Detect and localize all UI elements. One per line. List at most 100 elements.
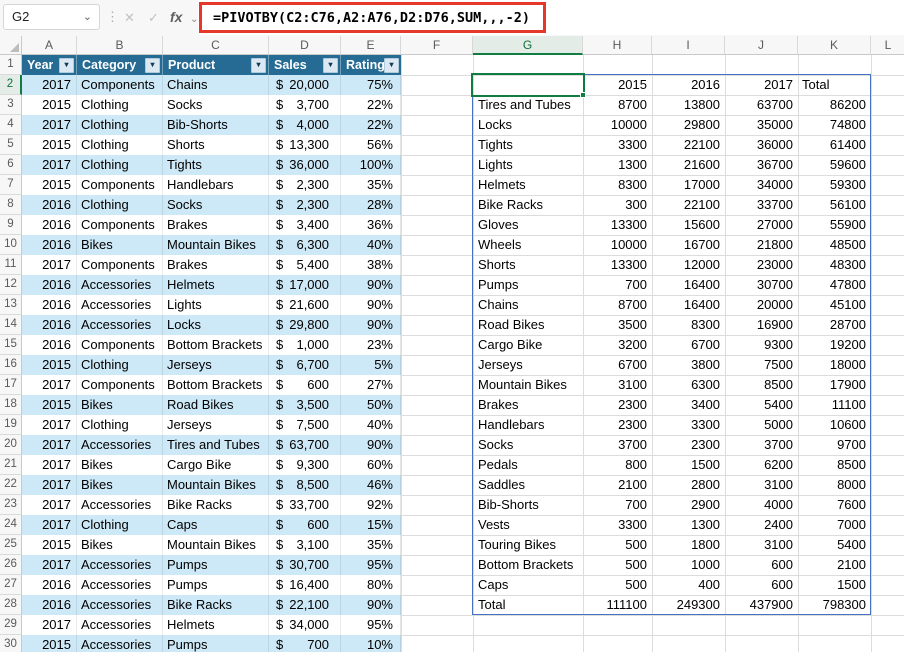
cell-C29[interactable]: Helmets [163, 615, 269, 635]
cell-E26[interactable]: 95% [341, 555, 401, 575]
cell-E11[interactable]: 38% [341, 255, 401, 275]
cell-E24[interactable]: 15% [341, 515, 401, 535]
cell-E27[interactable]: 80% [341, 575, 401, 595]
row-header-12[interactable]: 12 [0, 275, 22, 295]
column-header-K[interactable]: K [798, 36, 871, 55]
cell-B20[interactable]: Accessories [77, 435, 163, 455]
cell-C15[interactable]: Bottom Brackets [163, 335, 269, 355]
cell-B14[interactable]: Accessories [77, 315, 163, 335]
filter-button-sales[interactable]: ▾ [323, 58, 338, 73]
cell-A21[interactable]: 2017 [22, 455, 77, 475]
cell-A3[interactable]: 2015 [22, 95, 77, 115]
row-header-30[interactable]: 30 [0, 635, 22, 652]
cell-E3[interactable]: 22% [341, 95, 401, 115]
cell-A2[interactable]: 2017 [22, 75, 77, 95]
cell-D23[interactable]: $33,700 [269, 495, 341, 515]
row-header-25[interactable]: 25 [0, 535, 22, 555]
row-header-21[interactable]: 21 [0, 455, 22, 475]
name-box[interactable]: G2 ⌄ [3, 4, 100, 30]
row-header-13[interactable]: 13 [0, 295, 22, 315]
cell-C5[interactable]: Shorts [163, 135, 269, 155]
cell-E21[interactable]: 60% [341, 455, 401, 475]
cell-E12[interactable]: 90% [341, 275, 401, 295]
cell-A5[interactable]: 2015 [22, 135, 77, 155]
formula-input[interactable]: =PIVOTBY(C2:C76,A2:A76,D2:D76,SUM,,,-2) [198, 0, 904, 35]
cell-D3[interactable]: $3,700 [269, 95, 341, 115]
cell-C21[interactable]: Cargo Bike [163, 455, 269, 475]
cell-D30[interactable]: $700 [269, 635, 341, 652]
cell-C30[interactable]: Pumps [163, 635, 269, 652]
row-header-17[interactable]: 17 [0, 375, 22, 395]
row-header-23[interactable]: 23 [0, 495, 22, 515]
cell-D28[interactable]: $22,100 [269, 595, 341, 615]
cell-D26[interactable]: $30,700 [269, 555, 341, 575]
row-header-4[interactable]: 4 [0, 115, 22, 135]
cell-E23[interactable]: 92% [341, 495, 401, 515]
cell-E19[interactable]: 40% [341, 415, 401, 435]
cell-D12[interactable]: $17,000 [269, 275, 341, 295]
cell-A14[interactable]: 2016 [22, 315, 77, 335]
cell-A12[interactable]: 2016 [22, 275, 77, 295]
column-header-D[interactable]: D [269, 36, 341, 55]
column-header-A[interactable]: A [22, 36, 77, 55]
cell-E17[interactable]: 27% [341, 375, 401, 395]
cell-A6[interactable]: 2017 [22, 155, 77, 175]
cell-D16[interactable]: $6,700 [269, 355, 341, 375]
row-header-27[interactable]: 27 [0, 575, 22, 595]
cell-E4[interactable]: 22% [341, 115, 401, 135]
cell-C16[interactable]: Jerseys [163, 355, 269, 375]
cell-B18[interactable]: Bikes [77, 395, 163, 415]
cell-B24[interactable]: Clothing [77, 515, 163, 535]
cell-D7[interactable]: $2,300 [269, 175, 341, 195]
cell-D21[interactable]: $9,300 [269, 455, 341, 475]
cell-B26[interactable]: Accessories [77, 555, 163, 575]
cell-D25[interactable]: $3,100 [269, 535, 341, 555]
cell-B9[interactable]: Components [77, 215, 163, 235]
row-header-15[interactable]: 15 [0, 335, 22, 355]
row-header-19[interactable]: 19 [0, 415, 22, 435]
cell-D27[interactable]: $16,400 [269, 575, 341, 595]
row-header-28[interactable]: 28 [0, 595, 22, 615]
column-header-F[interactable]: F [401, 36, 473, 55]
cell-B25[interactable]: Bikes [77, 535, 163, 555]
cell-B15[interactable]: Components [77, 335, 163, 355]
cell-C4[interactable]: Bib-Shorts [163, 115, 269, 135]
cell-A10[interactable]: 2016 [22, 235, 77, 255]
cell-D8[interactable]: $2,300 [269, 195, 341, 215]
cell-A20[interactable]: 2017 [22, 435, 77, 455]
cell-A4[interactable]: 2017 [22, 115, 77, 135]
cell-C13[interactable]: Lights [163, 295, 269, 315]
cell-E6[interactable]: 100% [341, 155, 401, 175]
row-header-14[interactable]: 14 [0, 315, 22, 335]
cell-E29[interactable]: 95% [341, 615, 401, 635]
cell-D17[interactable]: $600 [269, 375, 341, 395]
cell-C14[interactable]: Locks [163, 315, 269, 335]
cell-A15[interactable]: 2016 [22, 335, 77, 355]
cell-D4[interactable]: $4,000 [269, 115, 341, 135]
cell-B4[interactable]: Clothing [77, 115, 163, 135]
column-header-C[interactable]: C [163, 36, 269, 55]
cell-E7[interactable]: 35% [341, 175, 401, 195]
cell-C1[interactable]: Product▾ [163, 55, 269, 75]
row-header-24[interactable]: 24 [0, 515, 22, 535]
filter-button-year[interactable]: ▾ [59, 58, 74, 73]
cell-C10[interactable]: Mountain Bikes [163, 235, 269, 255]
cell-C25[interactable]: Mountain Bikes [163, 535, 269, 555]
cell-B6[interactable]: Clothing [77, 155, 163, 175]
row-header-22[interactable]: 22 [0, 475, 22, 495]
cell-E10[interactable]: 40% [341, 235, 401, 255]
cell-C23[interactable]: Bike Racks [163, 495, 269, 515]
cell-D9[interactable]: $3,400 [269, 215, 341, 235]
cell-E25[interactable]: 35% [341, 535, 401, 555]
cell-C28[interactable]: Bike Racks [163, 595, 269, 615]
cell-D18[interactable]: $3,500 [269, 395, 341, 415]
cell-D15[interactable]: $1,000 [269, 335, 341, 355]
cell-D5[interactable]: $13,300 [269, 135, 341, 155]
row-header-11[interactable]: 11 [0, 255, 22, 275]
cell-C20[interactable]: Tires and Tubes [163, 435, 269, 455]
cell-C2[interactable]: Chains [163, 75, 269, 95]
cell-A11[interactable]: 2017 [22, 255, 77, 275]
cell-D13[interactable]: $21,600 [269, 295, 341, 315]
column-header-H[interactable]: H [583, 36, 652, 55]
cell-D19[interactable]: $7,500 [269, 415, 341, 435]
